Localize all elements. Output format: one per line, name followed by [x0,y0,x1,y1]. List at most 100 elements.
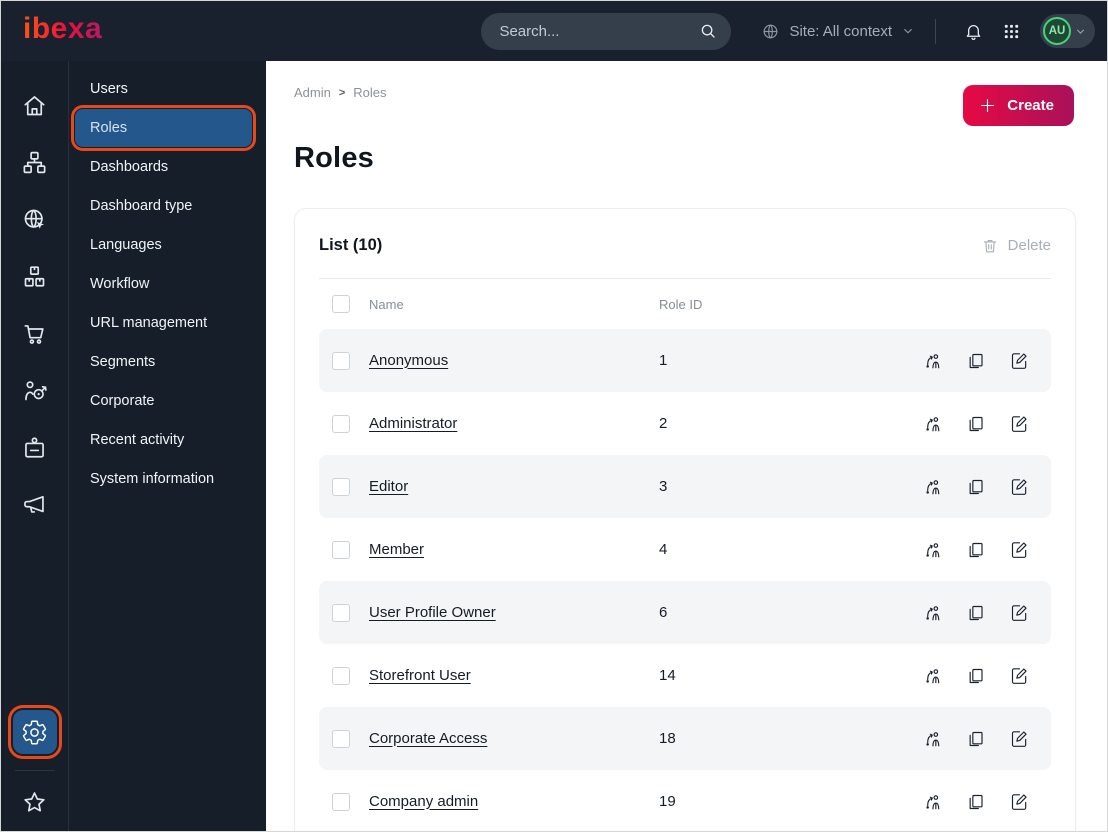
site-context-selector[interactable]: Site: All context [761,22,915,41]
breadcrumb: Admin > Roles [294,85,1076,100]
copy-icon[interactable] [966,477,986,497]
delete-button[interactable]: Delete [981,237,1051,255]
role-name-link[interactable]: Corporate Access [369,730,487,747]
topbar-divider [935,18,936,44]
sidebar-item-dashboards[interactable]: Dashboards [75,148,252,186]
role-id: 6 [659,604,668,621]
edit-icon[interactable] [1009,792,1029,812]
search-icon[interactable] [699,22,717,40]
sidebar-item-system-information[interactable]: System information [75,460,252,498]
role-name-link[interactable]: Member [369,541,424,558]
row-checkbox[interactable] [332,540,350,559]
app-grid-icon[interactable] [993,22,1030,41]
sidebar-item-corporate[interactable]: Corporate [75,382,252,420]
sidebar-item-recent-activity[interactable]: Recent activity [75,421,252,459]
breadcrumb-roles[interactable]: Roles [353,85,386,100]
copy-icon[interactable] [966,729,986,749]
sidebar-item-label: Languages [90,237,162,253]
assign-icon[interactable] [923,540,943,560]
breadcrumb-admin[interactable]: Admin [294,85,331,100]
assign-icon[interactable] [923,603,943,623]
edit-icon[interactable] [1009,477,1029,497]
sidebar-menu: Users Roles Dashboards Dashboard type La… [69,61,266,831]
copy-icon[interactable] [966,414,986,434]
edit-icon[interactable] [1009,729,1029,749]
select-all-checkbox[interactable] [332,295,350,313]
row-checkbox[interactable] [332,729,350,748]
corporate-badge-icon[interactable] [1,419,68,476]
home-icon[interactable] [1,77,68,134]
role-id: 14 [659,667,676,684]
assign-icon[interactable] [923,477,943,497]
bookmarks-star-icon[interactable] [21,783,48,823]
edit-icon[interactable] [1009,603,1029,623]
row-checkbox[interactable] [332,603,350,622]
app-window: ibexa Site: All context AU [0,0,1108,832]
sidebar-item-users[interactable]: Users [75,70,252,108]
role-id: 2 [659,415,668,432]
assign-icon[interactable] [923,414,943,434]
row-checkbox[interactable] [332,477,350,496]
edit-icon[interactable] [1009,351,1029,371]
copy-icon[interactable] [966,666,986,686]
row-checkbox[interactable] [332,666,350,685]
icon-rail [1,61,69,831]
search-input[interactable] [499,22,700,40]
ibexa-logo[interactable]: ibexa [23,13,102,49]
assign-icon[interactable] [923,666,943,686]
assign-icon[interactable] [923,351,943,371]
breadcrumb-separator: > [338,86,346,99]
edit-icon[interactable] [1009,540,1029,560]
sidebar-item-roles[interactable]: Roles [71,105,256,151]
role-id: 18 [659,730,676,747]
table-header: Name Role ID [319,279,1051,329]
create-button[interactable]: Create [963,85,1074,126]
column-header-role-id: Role ID [659,296,703,312]
role-name-link[interactable]: Editor [369,478,408,495]
notifications-bell-icon[interactable] [954,21,993,42]
create-button-label: Create [1007,97,1054,114]
copy-icon[interactable] [966,792,986,812]
table-row: Editor 3 [319,455,1051,518]
sidebar-item-workflow[interactable]: Workflow [75,265,252,303]
marketing-megaphone-icon[interactable] [1,476,68,533]
role-id: 19 [659,793,676,810]
content-tree-icon[interactable] [1,134,68,191]
role-name-link[interactable]: Company admin [369,793,478,810]
user-menu[interactable]: AU [1040,14,1095,48]
role-name-link[interactable]: Administrator [369,415,457,432]
sidebar-item-label: Dashboard type [90,198,193,214]
row-checkbox[interactable] [332,351,350,370]
admin-gear-icon[interactable] [7,705,62,759]
sidebar-item-label: Recent activity [90,432,185,448]
role-name-link[interactable]: Storefront User [369,667,471,684]
sidebar-item-url-management[interactable]: URL management [75,304,252,342]
role-name-link[interactable]: User Profile Owner [369,604,496,621]
products-icon[interactable] [1,248,68,305]
assign-icon[interactable] [923,792,943,812]
site-icon[interactable] [1,191,68,248]
sidebar-item-segments[interactable]: Segments [75,343,252,381]
site-context-label: Site: All context [789,22,892,40]
sidebar-item-dashboard-type[interactable]: Dashboard type [75,187,252,225]
commerce-cart-icon[interactable] [1,305,68,362]
row-checkbox[interactable] [332,792,350,811]
chevron-down-icon [901,24,915,38]
search-bar[interactable] [481,12,732,50]
page-title: Roles [294,142,374,174]
row-checkbox[interactable] [332,414,350,433]
table-row: Company admin 19 [319,770,1051,831]
copy-icon[interactable] [966,540,986,560]
edit-icon[interactable] [1009,414,1029,434]
role-id: 4 [659,541,668,558]
copy-icon[interactable] [966,351,986,371]
edit-icon[interactable] [1009,666,1029,686]
assign-icon[interactable] [923,729,943,749]
sidebar-item-languages[interactable]: Languages [75,226,252,264]
copy-icon[interactable] [966,603,986,623]
list-count-title: List (10) [319,236,383,254]
personalization-target-icon[interactable] [1,362,68,419]
sidebar-item-label: Dashboards [90,159,169,175]
role-name-link[interactable]: Anonymous [369,352,448,369]
main-content: Admin > Roles Create Roles List (10) Del… [266,61,1107,831]
